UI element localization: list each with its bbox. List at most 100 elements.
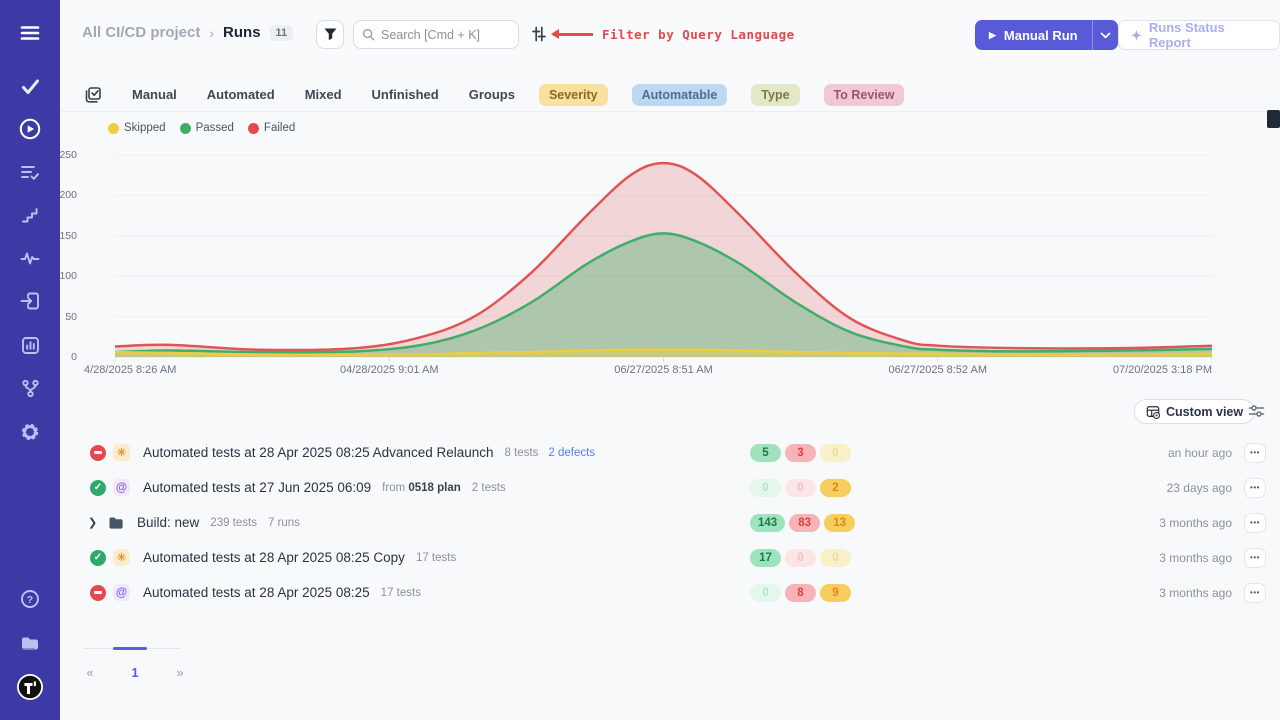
run-title: Automated tests at 27 Jun 2025 06:09 [143,480,371,495]
tab-unfinished[interactable]: Unfinished [372,87,439,102]
pagination-next-button[interactable]: » [174,665,186,680]
search-input[interactable] [381,28,501,42]
analytics-chart-icon[interactable] [0,330,60,360]
x-tick-label: 06/27/2025 8:51 AM [614,364,712,376]
funnel-icon [324,28,337,41]
more-actions-button[interactable]: ••• [1244,548,1266,568]
y-tick-200: 200 [59,189,77,201]
yellow-count-pill: 2 [820,479,851,497]
y-tick-150: 150 [59,230,77,242]
manual-run-main[interactable]: ▶ Manual Run [975,20,1092,50]
projects-folder-icon[interactable] [0,628,60,658]
more-actions-button[interactable]: ••• [1244,513,1266,533]
menu-icon[interactable] [0,18,60,48]
search-box[interactable] [353,20,519,49]
y-tick-50: 50 [65,311,77,323]
result-count-pills: 530 [750,444,851,462]
green-count-pill: 17 [750,549,781,567]
scrollbar-thumb[interactable] [1267,110,1280,128]
filter-funnel-button[interactable] [316,20,344,49]
tab-mixed[interactable]: Mixed [305,87,342,102]
expand-chevron-icon[interactable]: ❯ [88,516,100,529]
green-count-pill: 143 [750,514,785,532]
sparkles-icon: ✦ [1131,29,1142,42]
green-count-pill: 0 [750,479,781,497]
defects-link[interactable]: 2 defects [548,447,595,459]
run-meta: 2 tests [472,482,506,494]
more-actions-button[interactable]: ••• [1244,443,1266,463]
pagination-page-1[interactable]: 1 [118,665,152,680]
breadcrumb: All CI/CD project › Runs 11 [82,24,293,41]
breadcrumb-separator: › [209,25,214,41]
group-row[interactable]: ❯ Build: new 239 tests7 runs 1438313 3 m… [84,505,1266,540]
tab-automated[interactable]: Automated [207,87,275,102]
y-tick-100: 100 [59,270,77,282]
select-all-icon[interactable] [84,86,102,104]
yellow-count-pill: 0 [820,549,851,567]
pagination: « 1 » [84,648,204,680]
legend-dot-failed [248,123,259,134]
pagination-prev-button[interactable]: « [84,665,96,680]
app-logo[interactable] [0,672,60,702]
annotation-arrow-icon [553,33,593,36]
settings-gear-icon[interactable] [0,417,60,447]
runs-status-report-button[interactable]: ✦ Runs Status Report [1118,20,1280,50]
legend-item-skipped: Skipped [108,122,166,134]
automated-run-icon: @ [113,584,130,601]
run-timestamp: 3 months ago [1159,516,1232,530]
run-row[interactable]: ✓ ✳ Automated tests at 28 Apr 2025 08:25… [84,540,1266,575]
chart-legend: SkippedPassedFailed [108,118,1212,134]
header: All CI/CD project › Runs 11 Filter by Qu… [60,0,1280,70]
run-row[interactable]: ✓ @ Automated tests at 27 Jun 2025 06:09… [84,470,1266,505]
chart-plot[interactable] [115,153,1212,363]
yellow-count-pill: 0 [820,444,851,462]
result-count-pills: 002 [750,479,851,497]
y-tick-0: 0 [71,351,77,363]
breadcrumb-project[interactable]: All CI/CD project [82,24,200,41]
x-tick-label: 04/28/2025 9:01 AM [340,364,438,376]
run-row[interactable]: @ Automated tests at 28 Apr 2025 08:25 1… [84,575,1266,610]
activity-pulse-icon[interactable] [0,243,60,273]
import-icon[interactable] [0,286,60,316]
run-row[interactable]: ✳ Automated tests at 28 Apr 2025 08:25 A… [84,435,1266,470]
status-passed-icon: ✓ [90,480,106,496]
tests-check-icon[interactable] [0,72,60,102]
chart-y-axis: 050100150200250 [53,153,77,357]
help-icon[interactable]: ? [0,584,60,614]
runs-play-icon[interactable] [0,114,60,144]
svg-text:?: ? [27,594,33,606]
pagination-active-indicator [113,647,147,650]
run-title: Build: new [137,515,199,530]
legend-label: Failed [264,122,295,134]
filter-badge-to-review[interactable]: To Review [824,84,905,106]
legend-dot-passed [180,123,191,134]
manual-run-label: Manual Run [1004,28,1078,43]
annotation: Filter by Query Language [553,27,795,42]
list-settings-sliders-icon[interactable] [1248,404,1265,423]
red-count-pill: 3 [785,444,816,462]
more-actions-button[interactable]: ••• [1244,478,1266,498]
filter-badge-automatable[interactable]: Automatable [632,84,728,106]
divider [60,111,1280,112]
branch-icon[interactable] [0,373,60,403]
red-count-pill: 0 [785,549,816,567]
custom-view-icon [1146,405,1160,419]
plans-list-check-icon[interactable] [0,157,60,187]
run-meta: 7 runs [268,517,300,529]
tab-groups[interactable]: Groups [469,87,515,102]
play-icon: ▶ [989,30,996,41]
tab-manual[interactable]: Manual [132,87,177,102]
query-language-filter-icon[interactable] [531,26,547,47]
run-title: Automated tests at 28 Apr 2025 08:25 Adv… [143,445,494,460]
runs-list: ✳ Automated tests at 28 Apr 2025 08:25 A… [84,435,1266,610]
manual-run-dropdown-button[interactable] [1092,20,1118,50]
more-actions-button[interactable]: ••• [1244,583,1266,603]
manual-run-button[interactable]: ▶ Manual Run [975,20,1118,50]
filter-badge-severity[interactable]: Severity [539,84,608,106]
run-timestamp: 23 days ago [1167,481,1232,495]
filter-badge-type[interactable]: Type [751,84,799,106]
custom-view-button[interactable]: Custom view [1134,399,1255,424]
steps-icon[interactable] [0,200,60,230]
y-tick-250: 250 [59,149,77,161]
status-failed-icon [90,445,106,461]
